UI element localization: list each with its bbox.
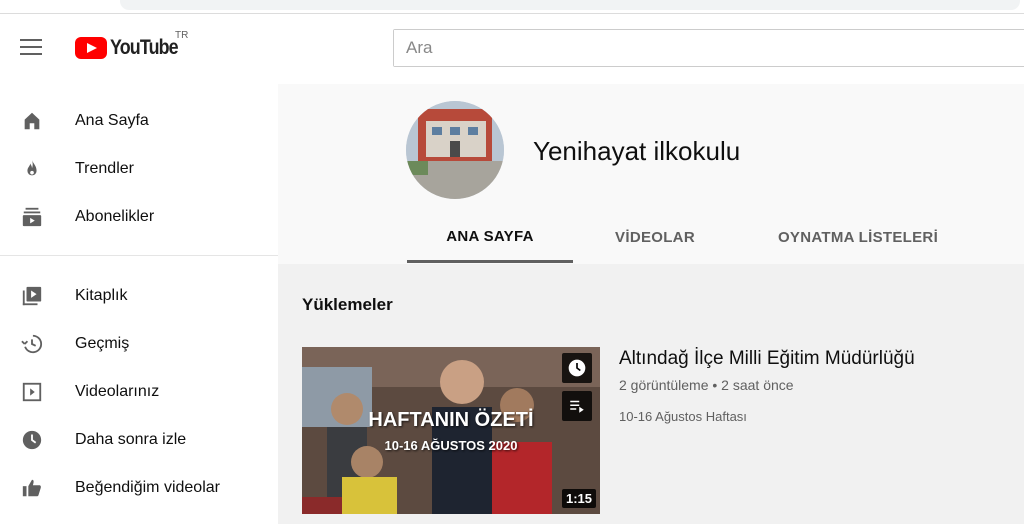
fire-icon (20, 157, 44, 181)
tab-videos[interactable]: VİDEOLAR (590, 212, 720, 263)
address-bar[interactable] (120, 0, 1020, 10)
tab-playlists[interactable]: OYNATMA LİSTELERİ (758, 212, 958, 263)
sidebar-item-watch-later[interactable]: Daha sonra izle (0, 420, 278, 460)
sidebar-item-label: Kitaplık (75, 287, 128, 304)
history-icon (20, 332, 44, 356)
clock-icon (20, 428, 44, 452)
video-thumbnail[interactable]: HAFTANIN ÖZETİ 10-16 AĞUSTOS 2020 1:15 (302, 347, 600, 514)
video-description: 10-16 Ağustos Haftası (619, 409, 747, 424)
search-input[interactable] (394, 30, 1024, 66)
sidebar-item-library[interactable]: Kitaplık (0, 276, 278, 316)
browser-top-strip (0, 0, 1024, 14)
sidebar-item-trending[interactable]: Trendler (0, 149, 278, 189)
sidebar-item-label: Geçmiş (75, 335, 130, 352)
thumbnail-title: HAFTANIN ÖZETİ (368, 409, 534, 431)
home-icon (20, 109, 44, 133)
sidebar-item-label: Abonelikler (75, 208, 155, 225)
thumbnail-subtitle: 10-16 AĞUSTOS 2020 (384, 438, 518, 453)
channel-name: Yenihayat ilkokulu (533, 136, 741, 166)
channel-avatar[interactable] (406, 101, 504, 199)
logo-text: YouTube (110, 36, 179, 59)
sidebar-item-home[interactable]: Ana Sayfa (0, 101, 278, 141)
sidebar-item-subscriptions[interactable]: Abonelikler (0, 197, 278, 237)
add-to-queue-icon[interactable] (562, 391, 592, 421)
sidebar-item-label: Videolarınız (75, 383, 160, 400)
sidebar-item-liked-videos[interactable]: Beğendiğim videolar (0, 468, 278, 508)
sidebar-item-label: Trendler (75, 160, 134, 177)
sidebar-item-label: Daha sonra izle (75, 431, 187, 448)
library-icon (20, 284, 44, 308)
video-duration: 1:15 (561, 489, 596, 508)
subscriptions-icon (20, 205, 44, 229)
thumbs-up-icon (20, 476, 44, 500)
sidebar: Ana Sayfa Trendler Abonelikler Kitaplık … (0, 84, 278, 524)
search-box[interactable] (393, 29, 1024, 67)
main-content: Yüklemeler HAFTANIN ÖZETİ 10-16 AĞUSTOS … (278, 264, 1024, 524)
menu-icon[interactable] (20, 39, 42, 55)
sidebar-item-label: Ana Sayfa (75, 112, 149, 129)
section-title-uploads: Yüklemeler (302, 295, 393, 314)
youtube-play-icon (75, 37, 107, 59)
sidebar-divider (0, 255, 278, 256)
sidebar-item-label: Beğendiğim videolar (75, 479, 220, 496)
masthead: YouTube TR (0, 14, 1024, 84)
channel-header: Yenihayat ilkokulu ANA SAYFA VİDEOLAR OY… (278, 84, 1024, 264)
watch-later-icon[interactable] (562, 353, 592, 383)
sidebar-item-history[interactable]: Geçmiş (0, 324, 278, 364)
region-code: TR (175, 30, 189, 41)
youtube-logo[interactable]: YouTube TR (75, 30, 190, 60)
tab-home[interactable]: ANA SAYFA (407, 212, 573, 263)
your-videos-icon (20, 380, 44, 404)
video-title[interactable]: Altındağ İlçe Milli Eğitim Müdürlüğü (619, 348, 915, 370)
sidebar-item-your-videos[interactable]: Videolarınız (0, 372, 278, 412)
video-meta: 2 görüntüleme • 2 saat önce (619, 377, 794, 393)
